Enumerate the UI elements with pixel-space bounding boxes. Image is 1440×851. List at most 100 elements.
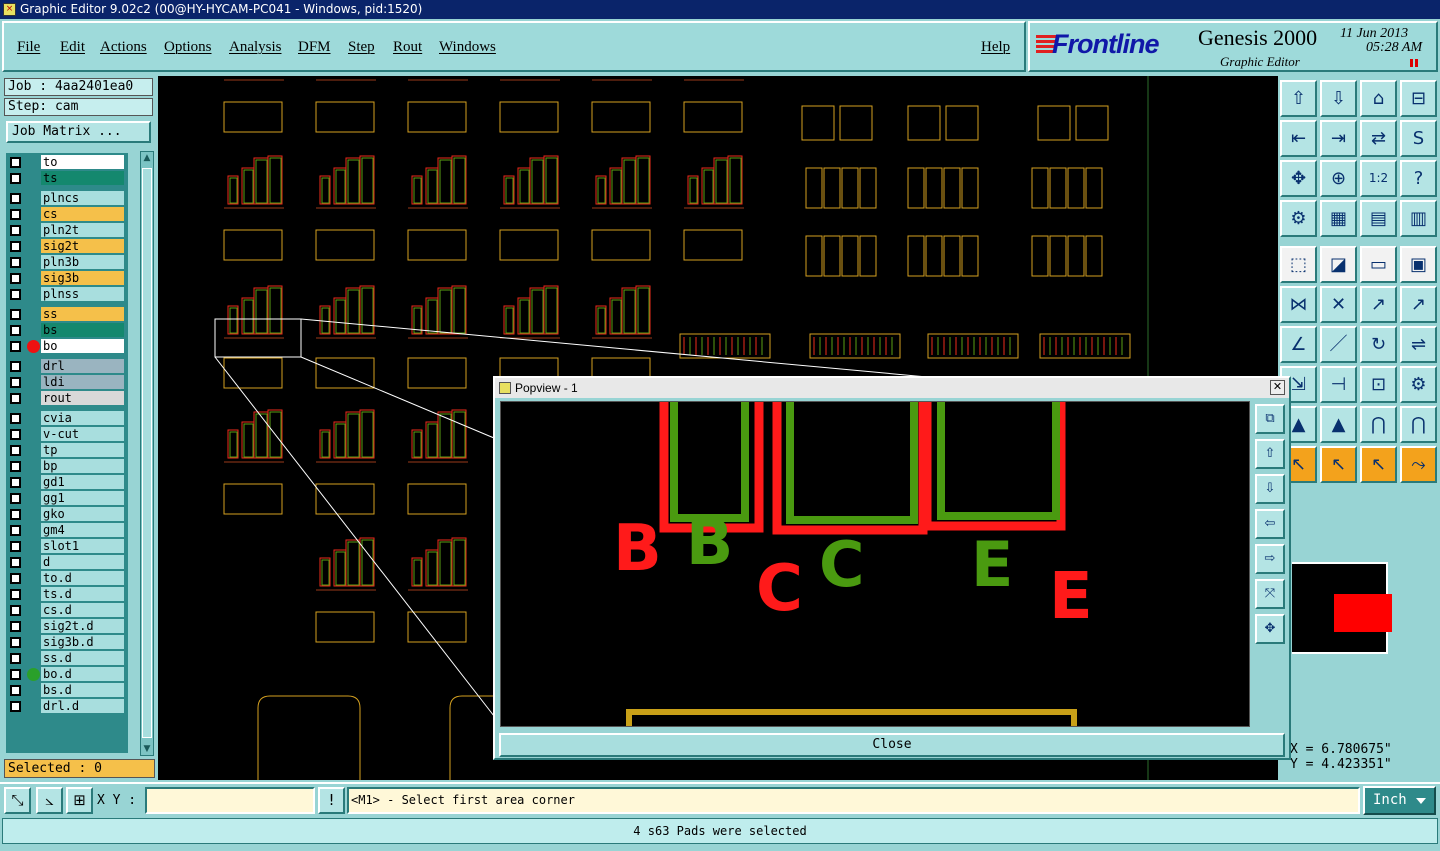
layer-name[interactable]: sig2t [41,239,124,253]
tool-mirror-button[interactable]: ⇌ [1400,326,1437,363]
tool-layers-red-button[interactable]: ▤ [1360,200,1397,237]
layer-row[interactable]: ss.d [6,651,128,665]
pause-icon[interactable] [1410,59,1418,67]
layer-row[interactable]: bo.d [6,667,128,681]
layer-row[interactable]: sig2t [6,239,128,253]
menu-step[interactable]: Step [348,39,375,56]
tool-home-down-button[interactable]: ⇩ [1320,80,1357,117]
layer-scrollbar[interactable]: ▲ ▼ [140,151,154,756]
layer-checkbox[interactable] [10,493,21,504]
alert-icon[interactable]: ! [318,787,345,814]
pop-center-icon[interactable]: ✥ [1255,614,1285,644]
tool-scale-1-2-button[interactable]: 1:2 [1360,160,1397,197]
layer-name[interactable]: to [41,155,124,169]
layer-row[interactable]: bp [6,459,128,473]
menu-analysis[interactable]: Analysis [229,39,282,56]
layer-name[interactable]: d [41,555,124,569]
layer-name[interactable]: ldi [41,375,124,389]
popview-close-button[interactable]: Close [499,733,1285,757]
tool-blue-dot-button[interactable]: ↗ [1400,286,1437,323]
layer-checkbox[interactable] [10,573,21,584]
layer-row[interactable]: rout [6,391,128,405]
layer-row[interactable]: plnss [6,287,128,301]
tool-grid-button[interactable]: ▦ [1320,200,1357,237]
layer-name[interactable]: cvia [41,411,124,425]
tool-triangle-red-button[interactable]: ▲ [1320,406,1357,443]
tool-draw-line-button[interactable]: ◪ [1320,246,1357,283]
tool-layers-blue-button[interactable]: ▥ [1400,200,1437,237]
tool-gears-button[interactable]: ⚙ [1400,366,1437,403]
layer-checkbox[interactable] [10,193,21,204]
layer-name[interactable]: ss [41,307,124,321]
tool-pointer-zoom-button[interactable]: ↖ [1360,446,1397,483]
layer-checkbox[interactable] [10,377,21,388]
tool-connect-button[interactable]: ⤳ [1400,446,1437,483]
layer-name[interactable]: gm4 [41,523,124,537]
layer-row[interactable]: to.d [6,571,128,585]
menu-rout[interactable]: Rout [393,39,422,56]
layer-row[interactable]: slot1 [6,539,128,553]
layer-row[interactable]: cvia [6,411,128,425]
pop-pan-right-icon[interactable]: ⇨ [1255,544,1285,574]
tool-arch-button[interactable]: ⋂ [1360,406,1397,443]
tool-arch-red-button[interactable]: ⋂ [1400,406,1437,443]
tool-zoom-right-button[interactable]: ⇥ [1320,120,1357,157]
tool-rotate-button[interactable]: ↻ [1360,326,1397,363]
layer-row[interactable]: pln2t [6,223,128,237]
menu-edit[interactable]: Edit [60,39,85,56]
layer-row[interactable]: cs [6,207,128,221]
layer-row[interactable]: bs [6,323,128,337]
layer-row[interactable]: d [6,555,128,569]
menu-actions[interactable]: Actions [100,39,147,56]
layer-row[interactable]: sig2t.d [6,619,128,633]
tool-nodes-button[interactable]: ⋈ [1280,286,1317,323]
layer-name[interactable]: gd1 [41,475,124,489]
layer-checkbox[interactable] [10,273,21,284]
menu-dfm[interactable]: DFM [298,39,331,56]
scroll-down-icon[interactable]: ▼ [141,743,153,755]
tool-house-button[interactable]: ⌂ [1360,80,1397,117]
layer-name[interactable]: bp [41,459,124,473]
tool-zoom-left-button[interactable]: ⇤ [1280,120,1317,157]
layer-row[interactable]: ts.d [6,587,128,601]
tool-measure-button[interactable]: ⚙ [1280,200,1317,237]
layer-checkbox[interactable] [10,701,21,712]
layer-checkbox[interactable] [10,225,21,236]
layer-checkbox[interactable] [10,413,21,424]
tool-window-split-button[interactable]: ⊟ [1400,80,1437,117]
layer-name[interactable]: ss.d [41,651,124,665]
unit-selector[interactable]: Inch [1363,786,1436,815]
close-icon[interactable]: ✕ [1270,380,1285,395]
layer-name[interactable]: pln3b [41,255,124,269]
layer-checkbox[interactable] [10,289,21,300]
tool-angle-button[interactable]: ∠ [1280,326,1317,363]
layer-checkbox[interactable] [10,157,21,168]
layer-row[interactable]: gm4 [6,523,128,537]
tool-snake-button[interactable]: S [1400,120,1437,157]
layer-name[interactable]: drl.d [41,699,124,713]
layer-checkbox[interactable] [10,429,21,440]
layer-name[interactable]: pln2t [41,223,124,237]
pop-home-up-icon[interactable]: ⇧ [1255,439,1285,469]
tool-diagonal-button[interactable]: ／ [1320,326,1357,363]
layer-name[interactable]: ts [41,171,124,185]
layer-checkbox[interactable] [10,257,21,268]
measure-angle-icon[interactable]: ⦣ [36,787,63,814]
layer-checkbox[interactable] [10,445,21,456]
zoom-area-icon[interactable]: ⤡ [4,787,31,814]
layer-checkbox[interactable] [10,361,21,372]
layer-checkbox[interactable] [10,621,21,632]
layer-name[interactable]: plnss [41,287,124,301]
tool-fit-screen-button[interactable]: ✥ [1280,160,1317,197]
tool-flip-button[interactable]: ⇄ [1360,120,1397,157]
layer-row[interactable]: gd1 [6,475,128,489]
layer-name[interactable]: bs.d [41,683,124,697]
layer-name[interactable]: rout [41,391,124,405]
menu-file[interactable]: File [17,39,40,56]
tool-point-button[interactable]: ▣ [1400,246,1437,283]
layer-row[interactable]: ss [6,307,128,321]
layer-row[interactable]: ts [6,171,128,185]
pop-pan-left-icon[interactable]: ⇦ [1255,509,1285,539]
menu-options[interactable]: Options [164,39,212,56]
tool-red-dot-button[interactable]: ↗ [1360,286,1397,323]
